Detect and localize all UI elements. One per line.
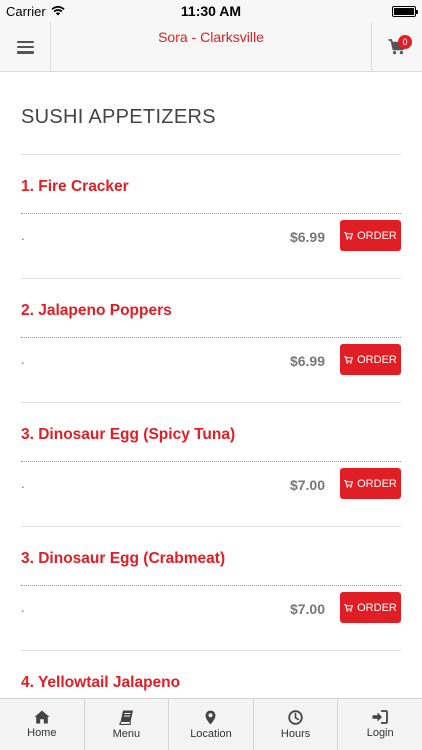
item-name: 3. Dinosaur Egg (Spicy Tuna) bbox=[21, 426, 236, 443]
item-description: . bbox=[21, 352, 25, 367]
tab-location[interactable]: Location bbox=[169, 699, 254, 750]
tab-login[interactable]: Login bbox=[338, 699, 422, 750]
tab-label: Home bbox=[27, 727, 57, 739]
cart-icon bbox=[344, 355, 354, 364]
nav-bar: Sora - Clarksville 0 bbox=[0, 22, 422, 72]
status-right bbox=[272, 5, 422, 17]
item-price: $6.99 bbox=[289, 353, 325, 369]
home-icon bbox=[34, 710, 50, 724]
order-button[interactable]: ORDER bbox=[340, 468, 401, 499]
tab-home[interactable]: Home bbox=[0, 699, 85, 750]
item-description: . bbox=[21, 600, 25, 615]
order-label: ORDER bbox=[357, 601, 397, 614]
cart-count-badge: 0 bbox=[398, 35, 412, 49]
tab-hours[interactable]: Hours bbox=[254, 699, 339, 750]
hamburger-icon bbox=[16, 40, 34, 54]
status-time: 11:30 AM bbox=[180, 3, 242, 19]
menu-item: 3. Dinosaur Egg (Spicy Tuna) . $7.00 ORD… bbox=[21, 403, 401, 527]
cart-icon bbox=[344, 603, 354, 612]
sign-in-icon bbox=[372, 710, 389, 724]
item-price: $7.00 bbox=[289, 477, 325, 493]
order-label: ORDER bbox=[357, 229, 397, 242]
cart-icon bbox=[344, 479, 354, 488]
restaurant-title: Sora - Clarksville bbox=[158, 29, 264, 45]
tab-label: Menu bbox=[112, 727, 141, 740]
dotted-divider bbox=[21, 213, 401, 214]
map-marker-icon bbox=[205, 710, 216, 724]
clock-icon bbox=[288, 709, 303, 725]
tab-label: Location bbox=[190, 727, 232, 740]
menu-item: 4. Yellowtail Jalapeno bbox=[21, 651, 401, 698]
cart-icon bbox=[344, 231, 354, 240]
dotted-divider bbox=[21, 461, 401, 462]
order-label: ORDER bbox=[357, 477, 397, 490]
section-title: SUSHI APPETIZERS bbox=[21, 106, 216, 128]
bottom-tab-bar: Home Menu Location Hours Login bbox=[0, 698, 422, 750]
tab-label: Hours bbox=[280, 727, 311, 740]
battery-icon bbox=[392, 5, 418, 17]
menu-item: 1. Fire Cracker . $6.99 ORDER bbox=[21, 155, 401, 279]
dotted-divider bbox=[21, 585, 401, 586]
order-button[interactable]: ORDER bbox=[340, 344, 401, 375]
item-name: 2. Jalapeno Poppers bbox=[21, 302, 172, 319]
item-description: . bbox=[21, 228, 25, 243]
menu-item: 3. Dinosaur Egg (Crabmeat) . $7.00 ORDER bbox=[21, 527, 401, 651]
carrier-label: Carrier bbox=[6, 3, 46, 19]
cart-button[interactable]: 0 bbox=[371, 22, 422, 72]
item-price: $6.99 bbox=[289, 229, 325, 245]
item-description: . bbox=[21, 476, 25, 491]
menu-item: 2. Jalapeno Poppers . $6.99 ORDER bbox=[21, 279, 401, 403]
item-name: 3. Dinosaur Egg (Crabmeat) bbox=[21, 550, 226, 567]
order-label: ORDER bbox=[357, 353, 397, 366]
order-button[interactable]: ORDER bbox=[340, 592, 401, 623]
tab-label: Login bbox=[366, 727, 394, 739]
status-left: Carrier bbox=[0, 4, 150, 19]
book-icon bbox=[119, 710, 133, 725]
item-name: 1. Fire Cracker bbox=[21, 178, 129, 195]
status-bar: Carrier 11:30 AM bbox=[0, 0, 422, 22]
tab-menu[interactable]: Menu bbox=[85, 699, 170, 750]
menu-content[interactable]: SUSHI APPETIZERS 1. Fire Cracker . $6.99… bbox=[0, 72, 422, 698]
wifi-icon bbox=[51, 6, 65, 16]
menu-button[interactable] bbox=[0, 22, 51, 72]
item-name: 4. Yellowtail Jalapeno bbox=[21, 674, 181, 691]
item-price: $7.00 bbox=[289, 601, 325, 617]
dotted-divider bbox=[21, 337, 401, 338]
order-button[interactable]: ORDER bbox=[340, 220, 401, 251]
